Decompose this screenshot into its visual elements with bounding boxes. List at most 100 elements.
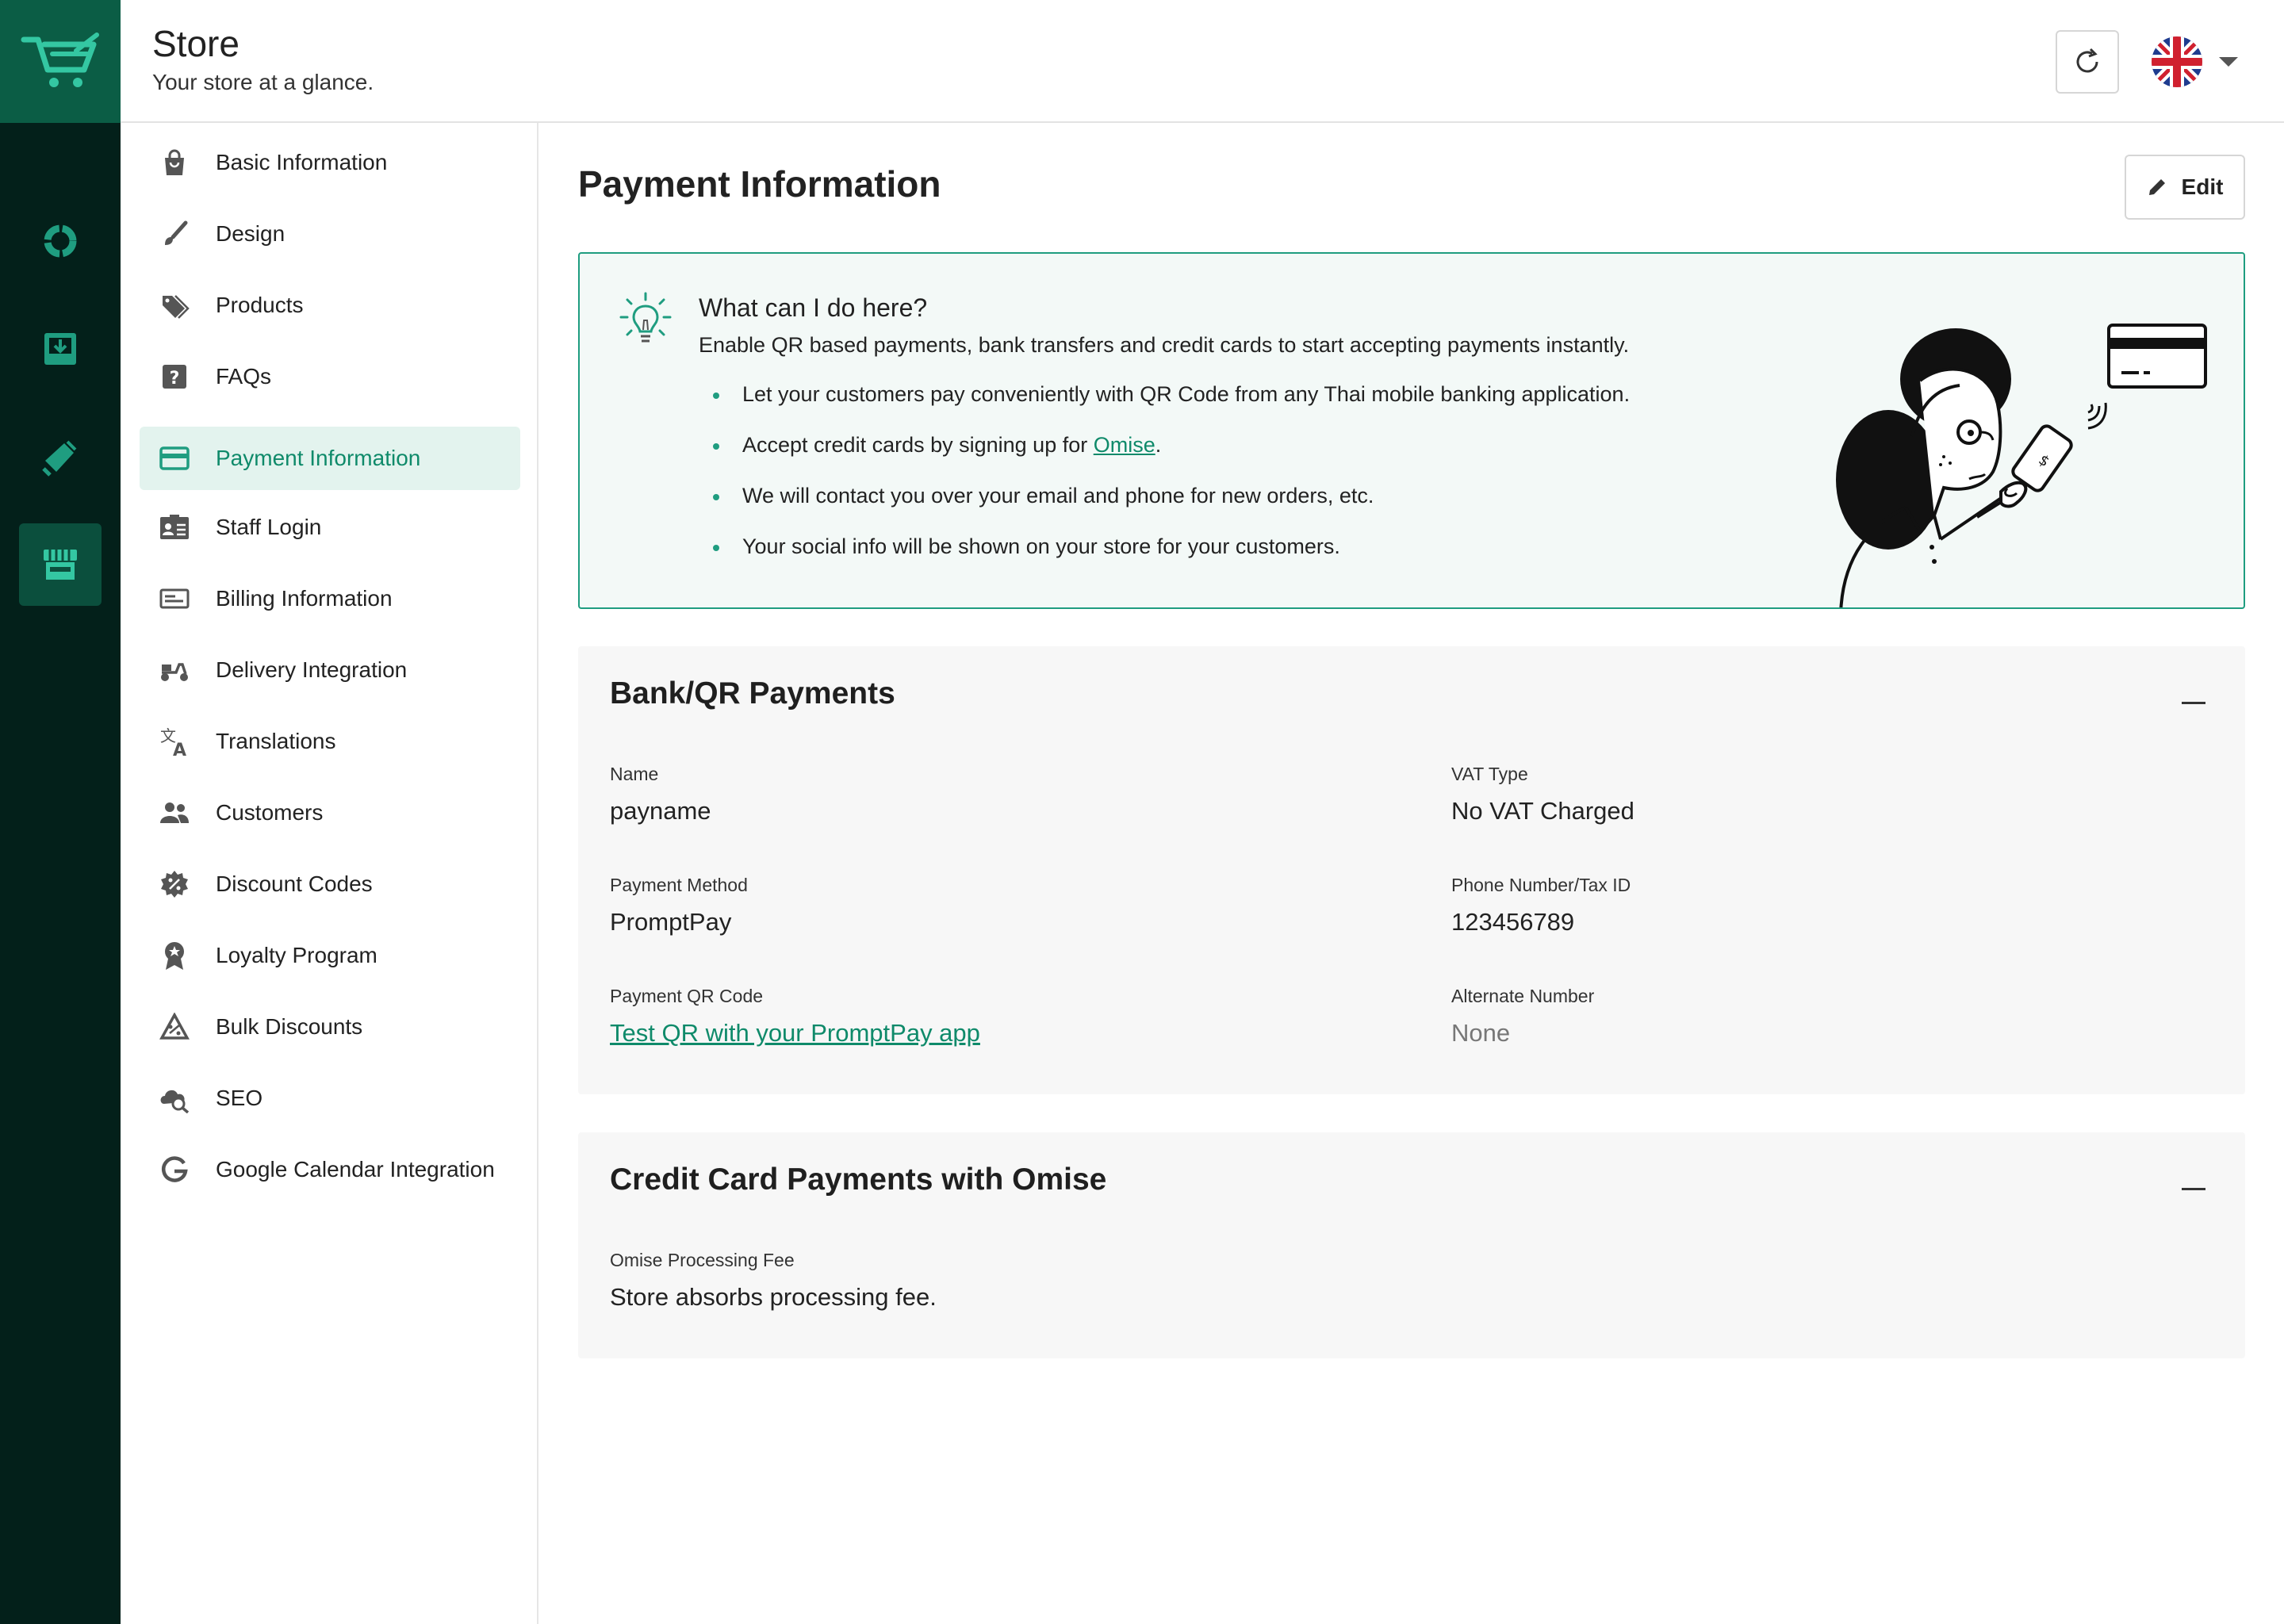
language-selector[interactable] [2151,32,2262,92]
marketing-icon [42,440,77,477]
nav-delivery-integration[interactable]: Delivery Integration [140,638,520,702]
edit-button[interactable]: Edit [2125,155,2245,220]
nav-label: SEO [216,1086,263,1110]
chevron-down-icon [2219,57,2238,67]
app-rail [0,0,121,1624]
qr-code-label: Payment QR Code [610,986,764,1006]
header-subtitle: Your store at a glance. [152,70,374,94]
bulk-discount-icon [157,1009,192,1044]
lightbulb-icon [619,292,672,343]
nav-discount-codes[interactable]: Discount Codes [140,852,520,916]
nav-label: Staff Login [216,515,322,539]
nav-loyalty-program[interactable]: Loyalty Program [140,924,520,987]
nav-label: Payment Information [216,446,421,470]
id-card-icon [157,510,192,545]
help-bullet-text: Accept credit cards by signing up for [742,433,1094,457]
svg-text:?: ? [170,369,180,389]
help-bullet: We will contact you over your email and … [699,470,1630,521]
test-qr-link[interactable]: Test QR with your PromptPay app [610,1019,980,1048]
payment-method-value: PromptPay [610,908,732,936]
help-bullet: Your social info will be shown on your s… [699,521,1630,572]
alternate-number-value: None [1451,1019,1511,1047]
help-bullet-text: Let your customers pay conveniently with… [742,382,1631,406]
nav-billing-information[interactable]: Billing Information [140,567,520,630]
orders-icon [44,333,76,365]
tags-icon [157,288,192,323]
nav-faqs[interactable]: ? FAQs [140,345,520,408]
rail-marketing[interactable] [19,416,102,498]
nav-label: Delivery Integration [216,657,408,682]
nav-google-calendar-integration[interactable]: Google Calendar Integration [140,1138,520,1201]
bank-qr-card: Bank/QR Payments Name payname VAT Type N… [578,646,2245,1094]
phone-tax-id-label: Phone Number/Tax ID [1451,875,1631,895]
name-value: payname [610,797,711,825]
nav-payment-information[interactable]: Payment Information [140,427,520,490]
omise-fee-value: Store absorbs processing fee. [610,1283,937,1311]
shopping-bag-icon [157,145,192,180]
store-logo[interactable] [0,0,121,123]
nav-seo[interactable]: SEO [140,1067,520,1130]
translate-icon: 文A [157,724,192,759]
rail-orders[interactable] [19,308,102,390]
nav-bulk-discounts[interactable]: Bulk Discounts [140,995,520,1059]
nav-label: Loyalty Program [216,943,377,967]
refresh-button[interactable] [2056,30,2119,94]
scooter-icon [157,653,192,688]
nav-label: Bulk Discounts [216,1014,363,1039]
nav-label: Products [216,293,304,317]
nav-translations[interactable]: 文A Translations [140,710,520,773]
vat-type-label: VAT Type [1451,764,1528,784]
pencil-icon [2148,179,2165,195]
nav-customers[interactable]: Customers [140,781,520,845]
billing-icon [157,581,192,616]
award-icon [157,938,192,973]
bank-qr-title: Bank/QR Payments [610,676,895,710]
nav-design[interactable]: Design [140,202,520,266]
nav-label: Billing Information [216,586,393,611]
dashboard-icon [44,224,77,258]
help-bullet-suffix: . [1155,433,1162,457]
credit-card-omise-card: Credit Card Payments with Omise Omise Pr… [578,1132,2245,1358]
nav-staff-login[interactable]: Staff Login [140,496,520,559]
header-title: Store [152,23,240,64]
nav-label: Customers [216,800,324,825]
settings-sidenav: Basic Information Design Products ? FAQs… [121,123,538,1624]
cart-logo-icon [21,32,99,87]
seo-icon [157,1081,192,1116]
nav-label: Google Calendar Integration [216,1157,495,1182]
help-bullet: Let your customers pay conveniently with… [699,369,1630,419]
vat-type-value: No VAT Charged [1451,797,1634,825]
omise-fee-label: Omise Processing Fee [610,1250,795,1270]
refresh-icon [2076,48,2098,73]
svg-text:A: A [173,741,186,757]
edit-label: Edit [2181,174,2224,199]
brush-icon [157,216,192,251]
collapse-icon[interactable] [2182,702,2205,704]
google-icon [157,1152,192,1187]
payment-illustration: $ [1836,324,2207,607]
nav-products[interactable]: Products [140,274,520,337]
rail-store[interactable] [19,523,102,606]
nav-basic-information[interactable]: Basic Information [140,131,520,194]
top-header: Store Your store at a glance. [121,0,2284,123]
discount-icon [157,867,192,902]
payment-method-label: Payment Method [610,875,748,895]
help-description: Enable QR based payments, bank transfers… [699,333,1630,357]
credit-card-title: Credit Card Payments with Omise [610,1162,1107,1197]
omise-link[interactable]: Omise [1094,433,1155,457]
nav-label: Discount Codes [216,871,373,896]
alternate-number-label: Alternate Number [1451,986,1595,1006]
nav-label: Translations [216,729,336,753]
help-bullet-text: We will contact you over your email and … [742,484,1374,508]
name-label: Name [610,764,659,784]
nav-label: Design [216,221,286,246]
help-list: Let your customers pay conveniently with… [699,369,1630,572]
page-title: Payment Information [578,163,941,205]
help-bullet-text: Your social info will be shown on your s… [742,534,1340,558]
collapse-icon[interactable] [2182,1188,2205,1190]
nav-label: FAQs [216,364,272,389]
rail-dashboard[interactable] [19,200,102,282]
question-icon: ? [157,359,192,394]
people-icon [157,795,192,830]
store-icon [44,550,77,580]
